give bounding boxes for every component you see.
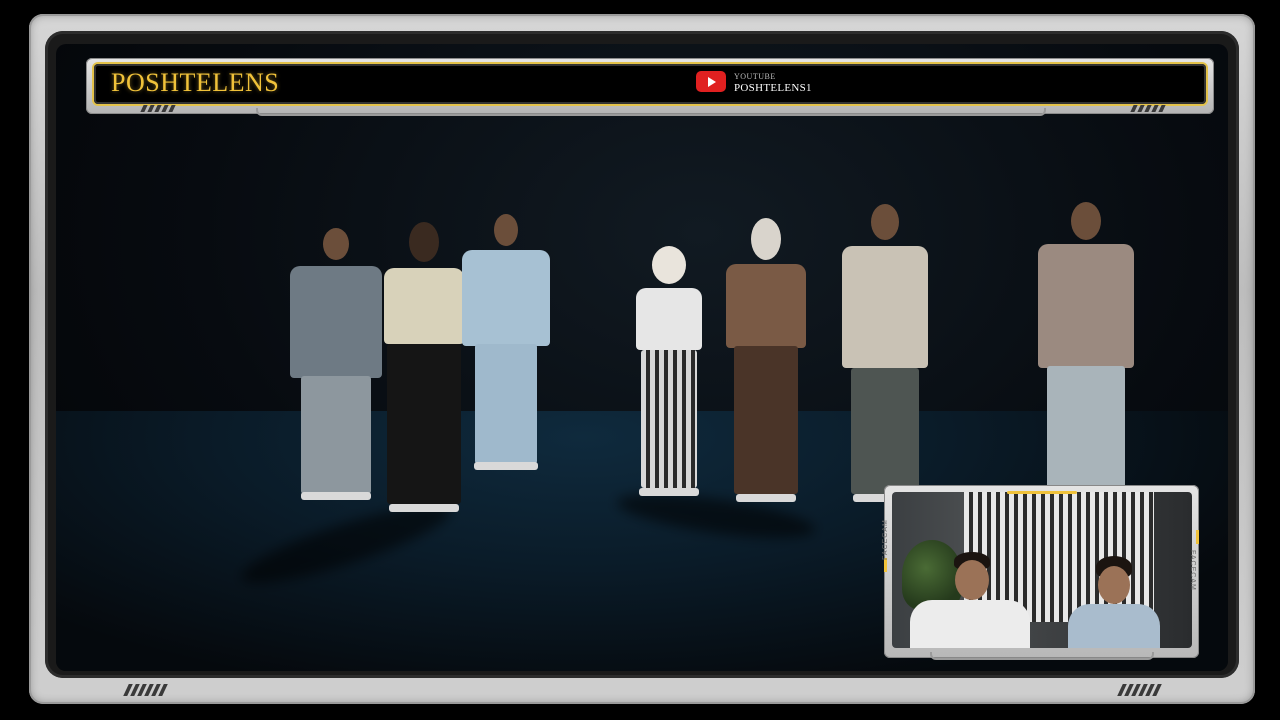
facecam-person bbox=[1068, 556, 1160, 648]
grille-top-left bbox=[140, 105, 176, 112]
stage-person bbox=[460, 214, 552, 474]
stage-person bbox=[634, 246, 704, 496]
grille-bottom-right bbox=[1117, 684, 1162, 696]
facecam-side-tick bbox=[1196, 530, 1199, 544]
channel-name: POSHTELENS1 bbox=[734, 82, 812, 94]
facecam-side-tick bbox=[884, 558, 887, 572]
stage-person bbox=[286, 228, 386, 503]
stage-person bbox=[382, 222, 466, 514]
stage-person bbox=[840, 204, 930, 506]
facecam-accent-bar bbox=[1007, 491, 1077, 494]
title-bar-rail bbox=[256, 108, 1046, 116]
platform-label: YOUTUBE bbox=[734, 72, 776, 81]
facecam-side-label-right: FACECAM bbox=[1189, 550, 1196, 591]
facecam-rail bbox=[930, 652, 1154, 660]
youtube-icon bbox=[696, 71, 726, 92]
grille-bottom-left bbox=[123, 684, 168, 696]
grille-top-right bbox=[1130, 105, 1166, 112]
facecam-side-label-left: FACECAM bbox=[882, 519, 889, 560]
stage-person bbox=[724, 218, 808, 504]
facecam-person bbox=[910, 552, 1030, 648]
brand-title: POSHTELENS bbox=[111, 68, 280, 97]
facecam-video[interactable] bbox=[892, 492, 1192, 648]
stage-person bbox=[1036, 202, 1136, 502]
